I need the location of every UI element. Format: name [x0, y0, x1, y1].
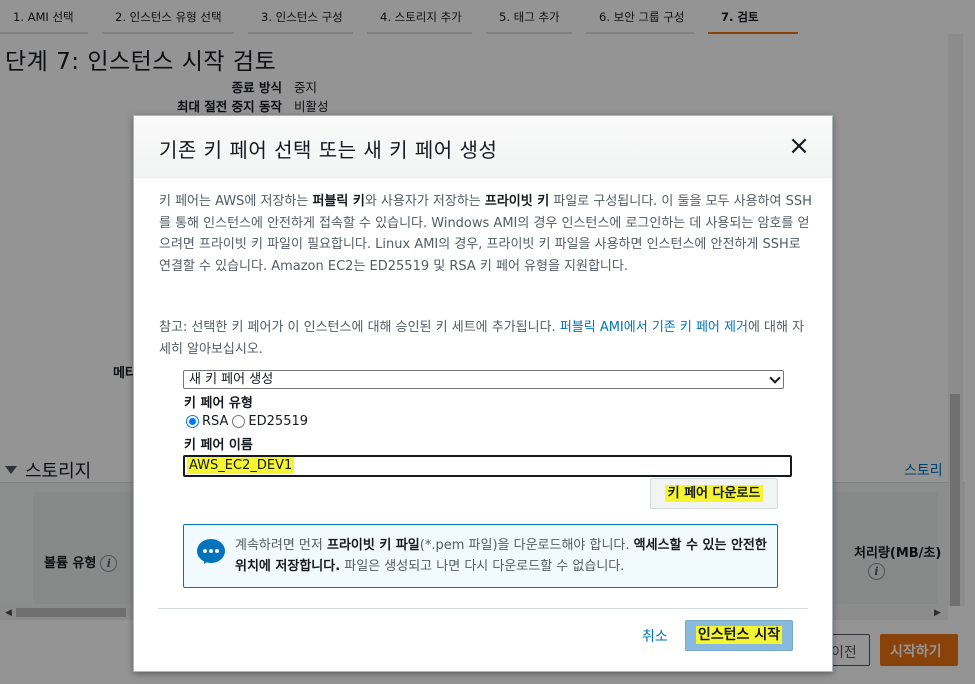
close-icon[interactable]: × [786, 133, 812, 160]
alert-text: 계속하려면 먼저 프라이빗 키 파일(*.pem 파일)을 다운로드해야 합니다… [235, 535, 775, 577]
download-label: 키 페어 다운로드 [664, 485, 764, 502]
launch-instances-button[interactable]: 인스턴스 시작 [685, 620, 793, 651]
key-type-label: 키 페어 유형 [184, 396, 253, 411]
download-warning-alert: 계속하려면 먼저 프라이빗 키 파일(*.pem 파일)을 다운로드해야 합니다… [183, 524, 778, 588]
radio-label-ed25519[interactable]: ED25519 [248, 414, 308, 429]
dialog-title: 기존 키 페어 선택 또는 새 키 페어 생성 [159, 138, 498, 162]
radio-rsa[interactable] [186, 415, 199, 428]
radio-ed25519[interactable] [232, 415, 246, 428]
note-text: 참고: 선택한 키 페어가 이 인스턴스에 대해 승인된 키 세트에 추가됩니다… [159, 320, 560, 335]
chat-bubble-icon [197, 539, 225, 563]
remove-key-pair-link[interactable]: 퍼블릭 AMI에서 기존 키 페어 제거 [560, 320, 748, 335]
desc-bold: 프라이빗 키 [484, 194, 550, 209]
launch-label: 인스턴스 시작 [695, 626, 783, 644]
key-pair-note: 참고: 선택한 키 페어가 이 인스턴스에 대해 승인된 키 세트에 추가됩니다… [159, 317, 814, 360]
key-name-input[interactable]: AWS_EC2_DEV1 [183, 455, 792, 477]
key-name-value: AWS_EC2_DEV1 [187, 457, 295, 474]
alert-part: (*.pem 파일)을 다운로드해야 합니다. [419, 538, 634, 553]
dialog-header: 기존 키 페어 선택 또는 새 키 페어 생성 × [134, 116, 832, 178]
chevron-down-icon [769, 372, 781, 384]
desc-bold: 퍼블릭 키 [312, 194, 365, 209]
desc-text: 와 사용자가 저장하는 [364, 194, 485, 209]
select-value: 새 키 페어 생성 [189, 372, 274, 387]
alert-part: 계속하려면 먼저 [235, 538, 327, 553]
alert-bold: 프라이빗 키 파일 [327, 538, 420, 553]
download-key-pair-button[interactable]: 키 페어 다운로드 [650, 478, 778, 509]
radio-label-rsa[interactable]: RSA [202, 414, 228, 429]
alert-part: 파일은 생성되고 나면 다시 다운로드할 수 없습니다. [340, 559, 625, 574]
desc-text: 키 페어는 AWS에 저장하는 [159, 194, 313, 209]
key-pair-description: 키 페어는 AWS에 저장하는 퍼블릭 키와 사용자가 저장하는 프라이빗 키 … [159, 191, 814, 277]
key-pair-dialog: 기존 키 페어 선택 또는 새 키 페어 생성 × 키 페어는 AWS에 저장하… [133, 115, 833, 672]
key-pair-action-select[interactable]: 새 키 페어 생성 [183, 370, 784, 389]
cancel-button[interactable]: 취소 [642, 626, 668, 646]
key-type-radio-group: RSA ED25519 [186, 414, 312, 429]
key-name-label: 키 페어 이름 [184, 438, 253, 453]
footer-divider [158, 608, 808, 609]
